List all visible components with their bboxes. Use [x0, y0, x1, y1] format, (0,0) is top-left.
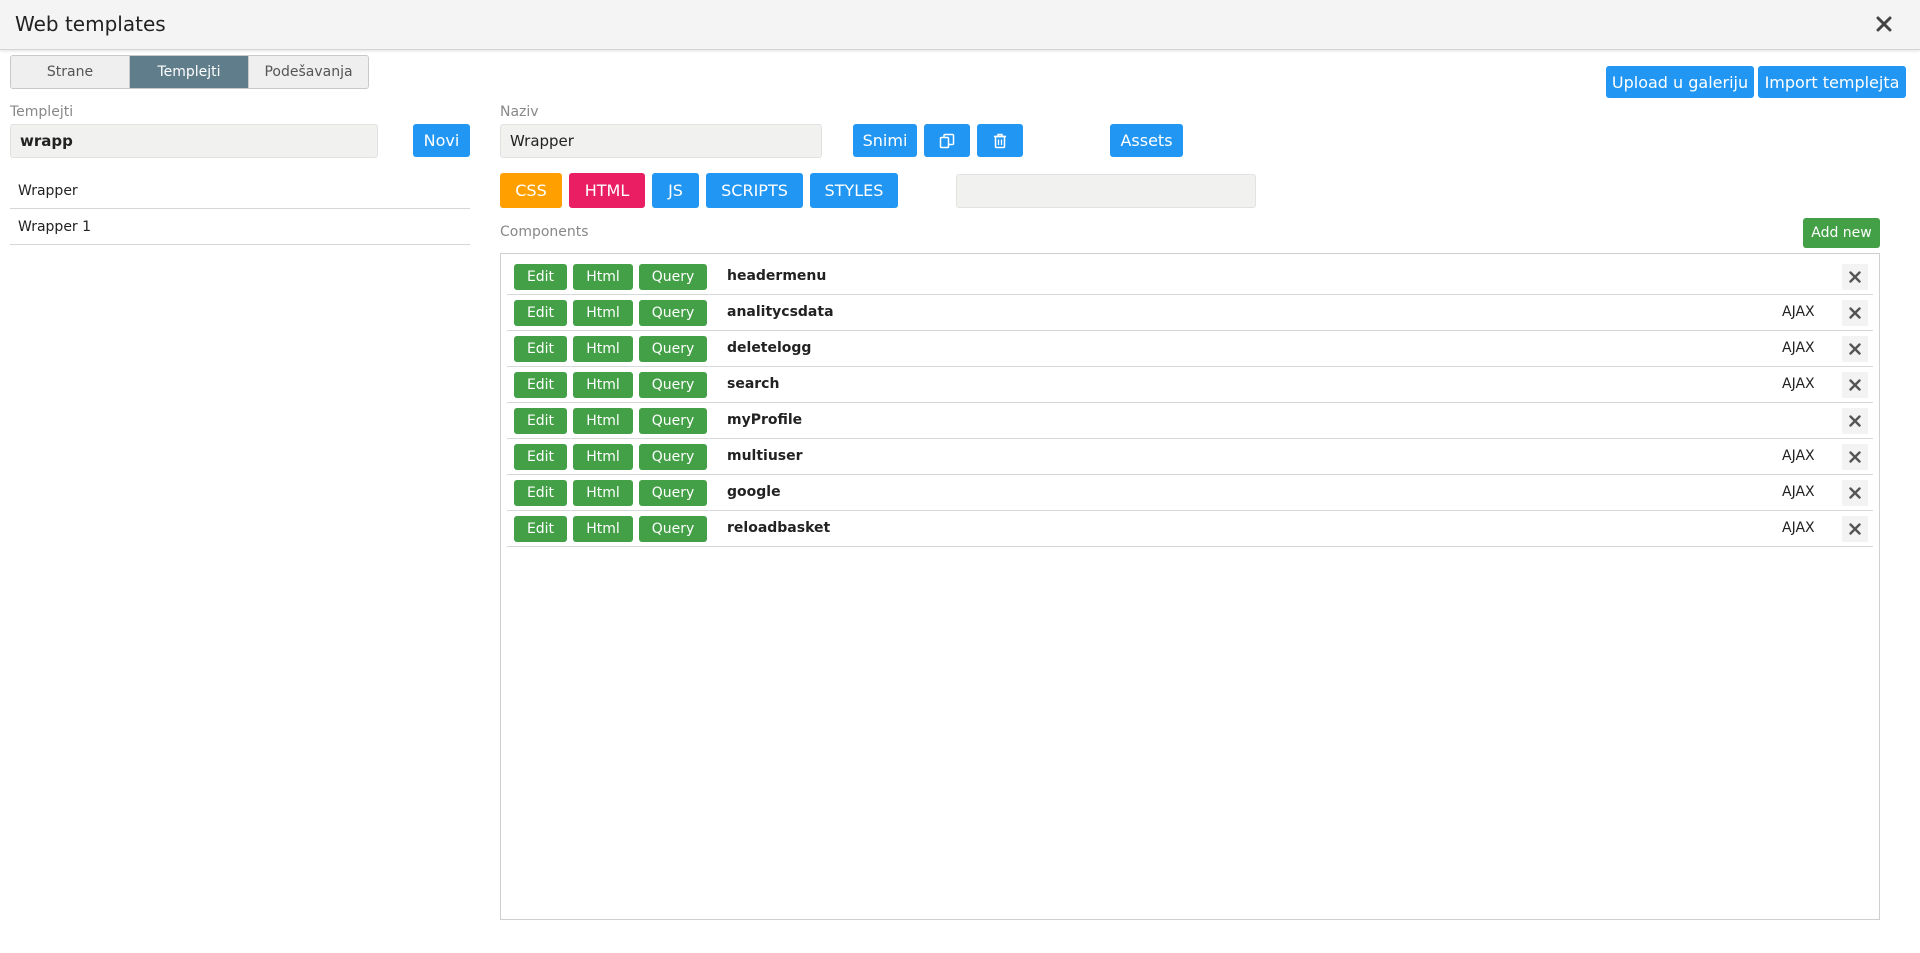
delete-component-button[interactable] — [1842, 264, 1868, 290]
query-component-button[interactable]: Query — [639, 516, 707, 542]
close-icon — [1849, 307, 1861, 319]
query-component-button[interactable]: Query — [639, 300, 707, 326]
html-component-button[interactable]: Html — [573, 336, 633, 362]
close-icon[interactable] — [1872, 12, 1896, 36]
component-name: deletelogg — [727, 340, 812, 356]
edit-component-button[interactable]: Edit — [514, 372, 567, 398]
tab-podesavanja[interactable]: Podešavanja — [249, 56, 368, 88]
add-component-button[interactable]: Add new — [1803, 218, 1880, 248]
table-row: Edit Html Query search AJAX — [507, 367, 1873, 403]
html-component-button[interactable]: Html — [573, 516, 633, 542]
edit-component-button[interactable]: Edit — [514, 408, 567, 434]
section-tabs: Strane Templejti Podešavanja — [10, 55, 369, 89]
delete-component-button[interactable] — [1842, 516, 1868, 542]
import-template-button[interactable]: Import templejta — [1758, 66, 1906, 98]
template-name-input[interactable]: Wrapper — [500, 124, 822, 158]
delete-component-button[interactable] — [1842, 444, 1868, 470]
component-type: AJAX — [1782, 340, 1815, 356]
components-panel: Edit Html Query headermenu Edit Html Query anal… — [500, 253, 1880, 920]
edit-component-button[interactable]: Edit — [514, 264, 567, 290]
upload-gallery-button[interactable]: Upload u galeriju — [1606, 66, 1754, 98]
query-component-button[interactable]: Query — [639, 444, 707, 470]
edit-component-button[interactable]: Edit — [514, 480, 567, 506]
html-component-button[interactable]: Html — [573, 300, 633, 326]
table-row: Edit Html Query headermenu — [507, 259, 1873, 295]
component-name: myProfile — [727, 412, 803, 428]
css-button[interactable]: CSS — [500, 173, 562, 208]
tab-strane[interactable]: Strane — [11, 56, 130, 88]
title-bar: Web templates — [0, 0, 1920, 50]
edit-component-button[interactable]: Edit — [514, 336, 567, 362]
query-component-button[interactable]: Query — [639, 372, 707, 398]
delete-component-button[interactable] — [1842, 408, 1868, 434]
assets-button[interactable]: Assets — [1110, 124, 1183, 157]
table-row: Edit Html Query google AJAX — [507, 475, 1873, 511]
table-row: Edit Html Query analitycsdata AJAX — [507, 295, 1873, 331]
window-title: Web templates — [15, 12, 166, 36]
component-type: AJAX — [1782, 520, 1815, 536]
edit-component-button[interactable]: Edit — [514, 444, 567, 470]
html-component-button[interactable]: Html — [573, 408, 633, 434]
close-icon — [1849, 271, 1861, 283]
templates-label: Templejti — [10, 104, 74, 120]
copy-icon — [939, 133, 955, 149]
list-item[interactable]: Wrapper — [10, 173, 470, 209]
list-item[interactable]: Wrapper 1 — [10, 209, 470, 245]
edit-component-button[interactable]: Edit — [514, 516, 567, 542]
html-button[interactable]: HTML — [569, 173, 645, 208]
close-icon — [1849, 415, 1861, 427]
delete-component-button[interactable] — [1842, 372, 1868, 398]
component-type: AJAX — [1782, 484, 1815, 500]
new-template-button[interactable]: Novi — [413, 124, 470, 157]
query-component-button[interactable]: Query — [639, 480, 707, 506]
table-row: Edit Html Query reloadbasket AJAX — [507, 511, 1873, 547]
tab-templejti[interactable]: Templejti — [130, 56, 249, 88]
save-button[interactable]: Snimi — [853, 124, 917, 157]
component-name: search — [727, 376, 780, 392]
component-name: headermenu — [727, 268, 827, 284]
component-name: multiuser — [727, 448, 803, 464]
delete-component-button[interactable] — [1842, 300, 1868, 326]
component-type: AJAX — [1782, 448, 1815, 464]
query-component-button[interactable]: Query — [639, 264, 707, 290]
trash-icon — [993, 133, 1007, 149]
table-row: Edit Html Query multiuser AJAX — [507, 439, 1873, 475]
delete-template-button[interactable] — [977, 124, 1023, 157]
component-name: reloadbasket — [727, 520, 831, 536]
delete-component-button[interactable] — [1842, 480, 1868, 506]
table-row: Edit Html Query myProfile — [507, 403, 1873, 439]
close-icon — [1849, 487, 1861, 499]
close-icon — [1849, 451, 1861, 463]
table-row: Edit Html Query deletelogg AJAX — [507, 331, 1873, 367]
html-component-button[interactable]: Html — [573, 444, 633, 470]
html-component-button[interactable]: Html — [573, 264, 633, 290]
query-component-button[interactable]: Query — [639, 336, 707, 362]
filter-input[interactable] — [956, 174, 1256, 208]
html-component-button[interactable]: Html — [573, 480, 633, 506]
component-name: google — [727, 484, 781, 500]
query-component-button[interactable]: Query — [639, 408, 707, 434]
template-list: Wrapper Wrapper 1 — [10, 173, 470, 245]
html-component-button[interactable]: Html — [573, 372, 633, 398]
copy-button[interactable] — [924, 124, 970, 157]
delete-component-button[interactable] — [1842, 336, 1868, 362]
js-button[interactable]: JS — [652, 173, 699, 208]
close-icon — [1849, 379, 1861, 391]
edit-component-button[interactable]: Edit — [514, 300, 567, 326]
component-type: AJAX — [1782, 304, 1815, 320]
template-search-input[interactable]: wrapp — [10, 124, 378, 158]
styles-button[interactable]: STYLES — [810, 173, 898, 208]
scripts-button[interactable]: SCRIPTS — [706, 173, 803, 208]
name-label: Naziv — [500, 104, 539, 120]
component-type: AJAX — [1782, 376, 1815, 392]
components-label: Components — [500, 224, 589, 240]
close-icon — [1849, 523, 1861, 535]
component-name: analitycsdata — [727, 304, 834, 320]
close-icon — [1849, 343, 1861, 355]
